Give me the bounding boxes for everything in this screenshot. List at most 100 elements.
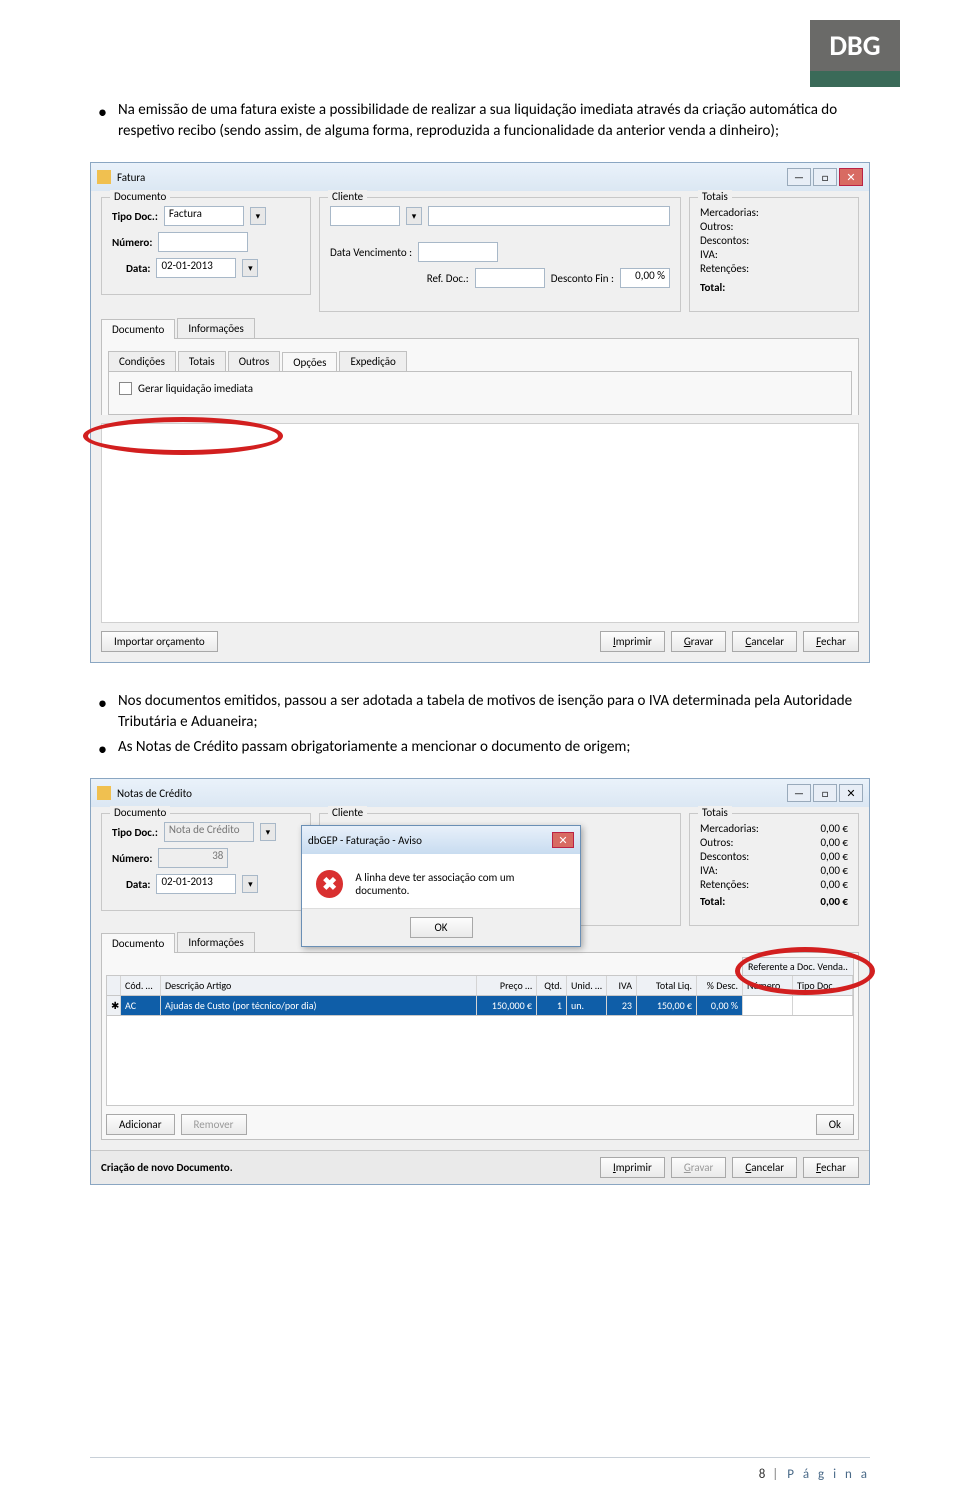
gr-qtd[interactable]: 1 [537,996,567,1015]
total-descontos-label: Descontos: [700,234,749,247]
tipodoc-dropdown-icon[interactable]: ▾ [250,207,266,225]
gh-tdoc[interactable]: Tipo Doc. [793,976,853,995]
save-button[interactable]: Gravar [671,631,727,652]
legend-documento2: Documento [110,806,170,819]
gr-pdesc[interactable]: 0,00 % [697,996,743,1015]
input-tipodoc2: Nota de Crédito [164,822,254,842]
input-data[interactable]: 02-01-2013 [156,258,236,278]
tab-condicoes[interactable]: Condições [108,351,176,371]
gh-qtd[interactable]: Qtd. [537,976,567,995]
gr-desc[interactable]: Ajudas de Custo (por técnico/por dia) [161,996,477,1015]
close-button[interactable]: ✕ [839,168,863,186]
status-bar: Criação de novo Documento. Imprimir Grav… [91,1150,869,1184]
gh-cod[interactable]: Cód. … [121,976,161,995]
status-text: Criação de novo Documento. [101,1161,233,1174]
gr-iva[interactable]: 23 [607,996,637,1015]
cancel-button2[interactable]: Cancelar [732,1157,797,1178]
window-icon2 [97,786,111,800]
gr-liq[interactable]: 150,00 € [637,996,697,1015]
add-button[interactable]: Adicionar [106,1114,175,1135]
tabs-sub: Condições Totais Outros Opções Expedição [108,351,852,371]
gh-desc[interactable]: Descrição Artigo [161,976,477,995]
close-button3[interactable]: Fechar [803,1157,859,1178]
gh-pdesc[interactable]: % Desc. [697,976,743,995]
tab2-documento[interactable]: Documento [101,933,175,953]
input-refdoc[interactable] [475,268,545,288]
gr-cod[interactable]: AC [121,996,161,1015]
t2-iva: IVA: [700,864,718,877]
label-descfin: Desconto Fin : [551,272,614,285]
fieldset-totais2: Totais Mercadorias:0,00 € Outros:0,00 € … [689,813,859,926]
gr-tdoc[interactable] [793,996,853,1015]
window-title: Fatura [117,171,145,184]
input-data2[interactable]: 02-01-2013 [156,874,236,894]
print-button[interactable]: Imprimir [600,631,665,652]
tab-totais[interactable]: Totais [178,351,226,371]
tabs-main: Documento Informações [101,318,859,338]
t2-ret-v: 0,00 € [820,878,848,891]
legend-cliente2: Cliente [328,806,367,819]
input-cliente-cod[interactable] [330,206,400,226]
tab2-informacoes[interactable]: Informações [177,932,254,952]
data2-dropdown-icon[interactable]: ▾ [242,875,258,893]
grid-header: Cód. … Descrição Artigo Preço … Qtd. Uni… [106,975,854,996]
maximize-button2[interactable]: □ [813,784,837,802]
t2-desc: Descontos: [700,850,749,863]
msg-close-button[interactable]: ✕ [552,832,574,848]
data-dropdown-icon[interactable]: ▾ [242,259,258,277]
checkbox-icon[interactable] [119,382,132,395]
cancel-button[interactable]: Cancelar [732,631,797,652]
gr-preco[interactable]: 150,000 € [477,996,537,1015]
t2-merc: Mercadorias: [700,822,759,835]
save-button2: Gravar [671,1157,727,1178]
gh-unid[interactable]: Unid. … [567,976,607,995]
tab-informacoes[interactable]: Informações [177,318,254,338]
input-datavenc[interactable] [418,242,498,262]
grid-area [101,423,859,623]
checkbox-liquidacao[interactable]: Gerar liquidação imediata [119,382,841,395]
gh-iva[interactable]: IVA [607,976,637,995]
t2-iva-v: 0,00 € [820,864,848,877]
minimize-button[interactable]: — [787,168,811,186]
ok-button[interactable]: Ok [816,1114,854,1135]
close-button2[interactable]: Fechar [803,631,859,652]
tab-documento[interactable]: Documento [101,319,175,339]
fieldset-cliente: Cliente ▾ Data Vencimento : Ref. [319,197,681,312]
tab-expedicao[interactable]: Expedição [339,351,406,371]
titlebar: Fatura — □ ✕ [91,163,869,191]
error-icon: ✖ [316,870,343,898]
t2-out: Outros: [700,836,733,849]
msg-ok-button[interactable]: OK [410,917,473,938]
minimize-button2[interactable]: — [787,784,811,802]
tab-outros[interactable]: Outros [228,351,281,371]
gh-num[interactable]: Número [743,976,793,995]
intro-paragraph: Na emissão de uma fatura existe a possib… [90,100,870,142]
page-number: 8 [759,1467,767,1482]
input-tipodoc[interactable]: Factura [164,206,244,226]
label-data2: Data: [126,878,150,891]
gh-preco[interactable]: Preço … [477,976,537,995]
cliente-dropdown-icon[interactable]: ▾ [406,207,422,225]
legend-documento: Documento [110,190,170,203]
gh-liq[interactable]: Total Liq. [637,976,697,995]
gr-unid[interactable]: un. [567,996,607,1015]
input-numero[interactable] [158,232,248,252]
input-numero2: 38 [158,848,228,868]
msg-text: A linha deve ter associação com um docum… [355,871,566,897]
grid-row[interactable]: ✱ AC Ajudas de Custo (por técnico/por di… [106,996,854,1016]
import-button[interactable]: Importar orçamento [101,631,218,652]
gr-num[interactable] [743,996,793,1015]
label-numero: Número: [112,236,152,249]
maximize-button[interactable]: □ [813,168,837,186]
input-cliente-nome[interactable] [428,206,670,226]
print-button2[interactable]: Imprimir [600,1157,665,1178]
tab-opcoes[interactable]: Opções [282,352,337,372]
page-footer: 8 | P á g i n a [759,1467,870,1482]
fieldset-documento: Documento Tipo Doc.: Factura ▾ Número: D… [101,197,311,295]
legend-cliente: Cliente [328,190,367,203]
close-button-x2[interactable]: ✕ [839,784,863,802]
total-label: Total: [700,281,725,294]
total-mercadorias-label: Mercadorias: [700,206,759,219]
input-descfin[interactable]: 0,00 % [620,268,670,288]
total-retencoes-label: Retenções: [700,262,749,275]
